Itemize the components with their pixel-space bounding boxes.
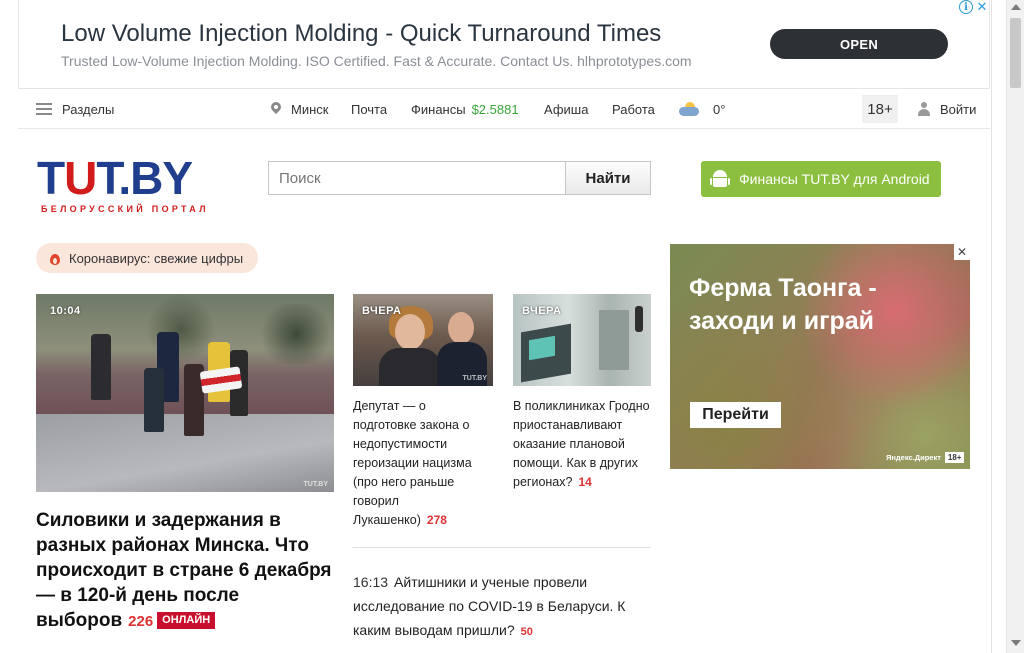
main-story-image[interactable]: 10:04 TUT.BY bbox=[36, 294, 334, 492]
right-ad-title[interactable]: Ферма Таонга - заходи и играй bbox=[689, 272, 877, 338]
site-logo[interactable]: TUT.BY БЕЛОРУССКИЙ ПОРТАЛ bbox=[37, 155, 247, 217]
flame-icon bbox=[50, 252, 60, 265]
android-app-label: Финансы TUT.BY для Android bbox=[739, 171, 930, 187]
nav-mail-label: Почта bbox=[351, 101, 388, 117]
login-label: Войти bbox=[940, 101, 977, 117]
scroll-down-arrow-icon[interactable] bbox=[1011, 640, 1021, 646]
story2-watermark: TUT.BY bbox=[462, 375, 488, 382]
nav-finance-label: Финансы bbox=[411, 101, 466, 117]
android-app-button[interactable]: Финансы TUT.BY для Android bbox=[701, 161, 941, 197]
usd-rate: $2.5881 bbox=[471, 101, 519, 117]
story3-headline[interactable]: В поликлиниках Гродно приостанавливают о… bbox=[513, 397, 651, 492]
nav-weather[interactable]: 0° bbox=[679, 89, 725, 129]
nav-afisha[interactable]: Афиша bbox=[544, 89, 588, 129]
top-nav: Разделы Минск Почта Финансы $2.5881 Афиш… bbox=[18, 89, 990, 129]
search-input[interactable] bbox=[268, 161, 565, 195]
coronavirus-pill[interactable]: Коронавирус: свежие цифры bbox=[36, 243, 258, 273]
nav-city[interactable]: Минск bbox=[271, 89, 328, 129]
top-ad-banner[interactable]: Low Volume Injection Molding - Quick Tur… bbox=[18, 0, 990, 89]
coronavirus-pill-label: Коронавирус: свежие цифры bbox=[69, 250, 244, 266]
nav-job[interactable]: Работа bbox=[612, 89, 655, 129]
top-ad-title[interactable]: Low Volume Injection Molding - Quick Tur… bbox=[61, 20, 661, 48]
story3-image[interactable]: ВЧЕРА bbox=[513, 294, 651, 386]
feed-item-time: 16:13 bbox=[353, 574, 389, 590]
location-pin-icon bbox=[271, 102, 281, 116]
nav-sections-label: Разделы bbox=[62, 101, 115, 117]
story3-tag: ВЧЕРА bbox=[522, 305, 562, 317]
logo-tagline: БЕЛОРУССКИЙ ПОРТАЛ bbox=[41, 204, 209, 214]
nav-weather-temp: 0° bbox=[713, 101, 726, 117]
feed-item-comment-count[interactable]: 50 bbox=[521, 626, 533, 638]
story2-headline[interactable]: Депутат — о подготовке закона о недопуст… bbox=[353, 397, 491, 530]
weather-cloud-icon bbox=[679, 102, 701, 116]
login-link[interactable]: Войти bbox=[918, 89, 976, 129]
ad-choices[interactable]: i ✕ bbox=[959, 0, 991, 16]
main-story-time: 10:04 bbox=[50, 305, 81, 317]
feed-item-title[interactable]: Айтишники и ученые провели исследование … bbox=[353, 574, 625, 638]
android-icon bbox=[710, 170, 730, 188]
search-button[interactable]: Найти bbox=[565, 161, 651, 195]
right-ad-age-badge: 18+ bbox=[944, 452, 965, 463]
nav-finance[interactable]: Финансы $2.5881 bbox=[411, 89, 519, 129]
main-story-watermark: TUT.BY bbox=[303, 481, 329, 488]
feed-item[interactable]: 16:13 Айтишники и ученые провели исследов… bbox=[353, 570, 653, 644]
scrollbar[interactable] bbox=[1006, 0, 1024, 653]
right-ad-footer: Яндекс.Директ 18+ bbox=[886, 452, 965, 463]
news-divider bbox=[353, 547, 651, 548]
scroll-up-arrow-icon[interactable] bbox=[1011, 4, 1021, 10]
age-rating-badge: 18+ bbox=[862, 95, 898, 123]
story2-tag: ВЧЕРА bbox=[362, 305, 402, 317]
ad-close-icon[interactable]: ✕ bbox=[975, 0, 989, 14]
ad-info-icon[interactable]: i bbox=[959, 0, 973, 14]
top-ad-open-button[interactable]: OPEN bbox=[770, 29, 948, 59]
nav-mail[interactable]: Почта bbox=[351, 89, 387, 129]
main-story-comment-count[interactable]: 226 bbox=[128, 613, 153, 630]
right-ad-go-button[interactable]: Перейти bbox=[690, 402, 781, 428]
page-edge bbox=[991, 0, 992, 653]
right-ad-banner[interactable]: Ферма Таонга - заходи и играй Перейти ✕ … bbox=[670, 244, 970, 469]
story2-image[interactable]: ВЧЕРА TUT.BY bbox=[353, 294, 493, 386]
user-icon bbox=[918, 102, 930, 116]
story3-comment-count[interactable]: 14 bbox=[578, 475, 591, 489]
scrollbar-thumb[interactable] bbox=[1010, 18, 1021, 88]
menu-icon bbox=[36, 103, 52, 115]
online-badge: ОНЛАЙН bbox=[157, 612, 216, 629]
nav-city-label: Минск bbox=[291, 101, 329, 117]
next-headline-clip bbox=[36, 645, 146, 653]
main-story-headline[interactable]: Силовики и задержания в разных районах М… bbox=[36, 508, 336, 634]
right-ad-close-icon[interactable]: ✕ bbox=[954, 244, 970, 260]
story2-title[interactable]: Депутат — о подготовке закона о недопуст… bbox=[353, 399, 472, 527]
top-ad-subtitle[interactable]: Trusted Low-Volume Injection Molding. IS… bbox=[61, 53, 692, 69]
story2-comment-count[interactable]: 278 bbox=[427, 513, 447, 527]
logo-wordmark: TUT.BY bbox=[37, 152, 193, 204]
nav-job-label: Работа bbox=[612, 101, 655, 117]
nav-sections[interactable]: Разделы bbox=[36, 89, 114, 129]
nav-afisha-label: Афиша bbox=[544, 101, 589, 117]
